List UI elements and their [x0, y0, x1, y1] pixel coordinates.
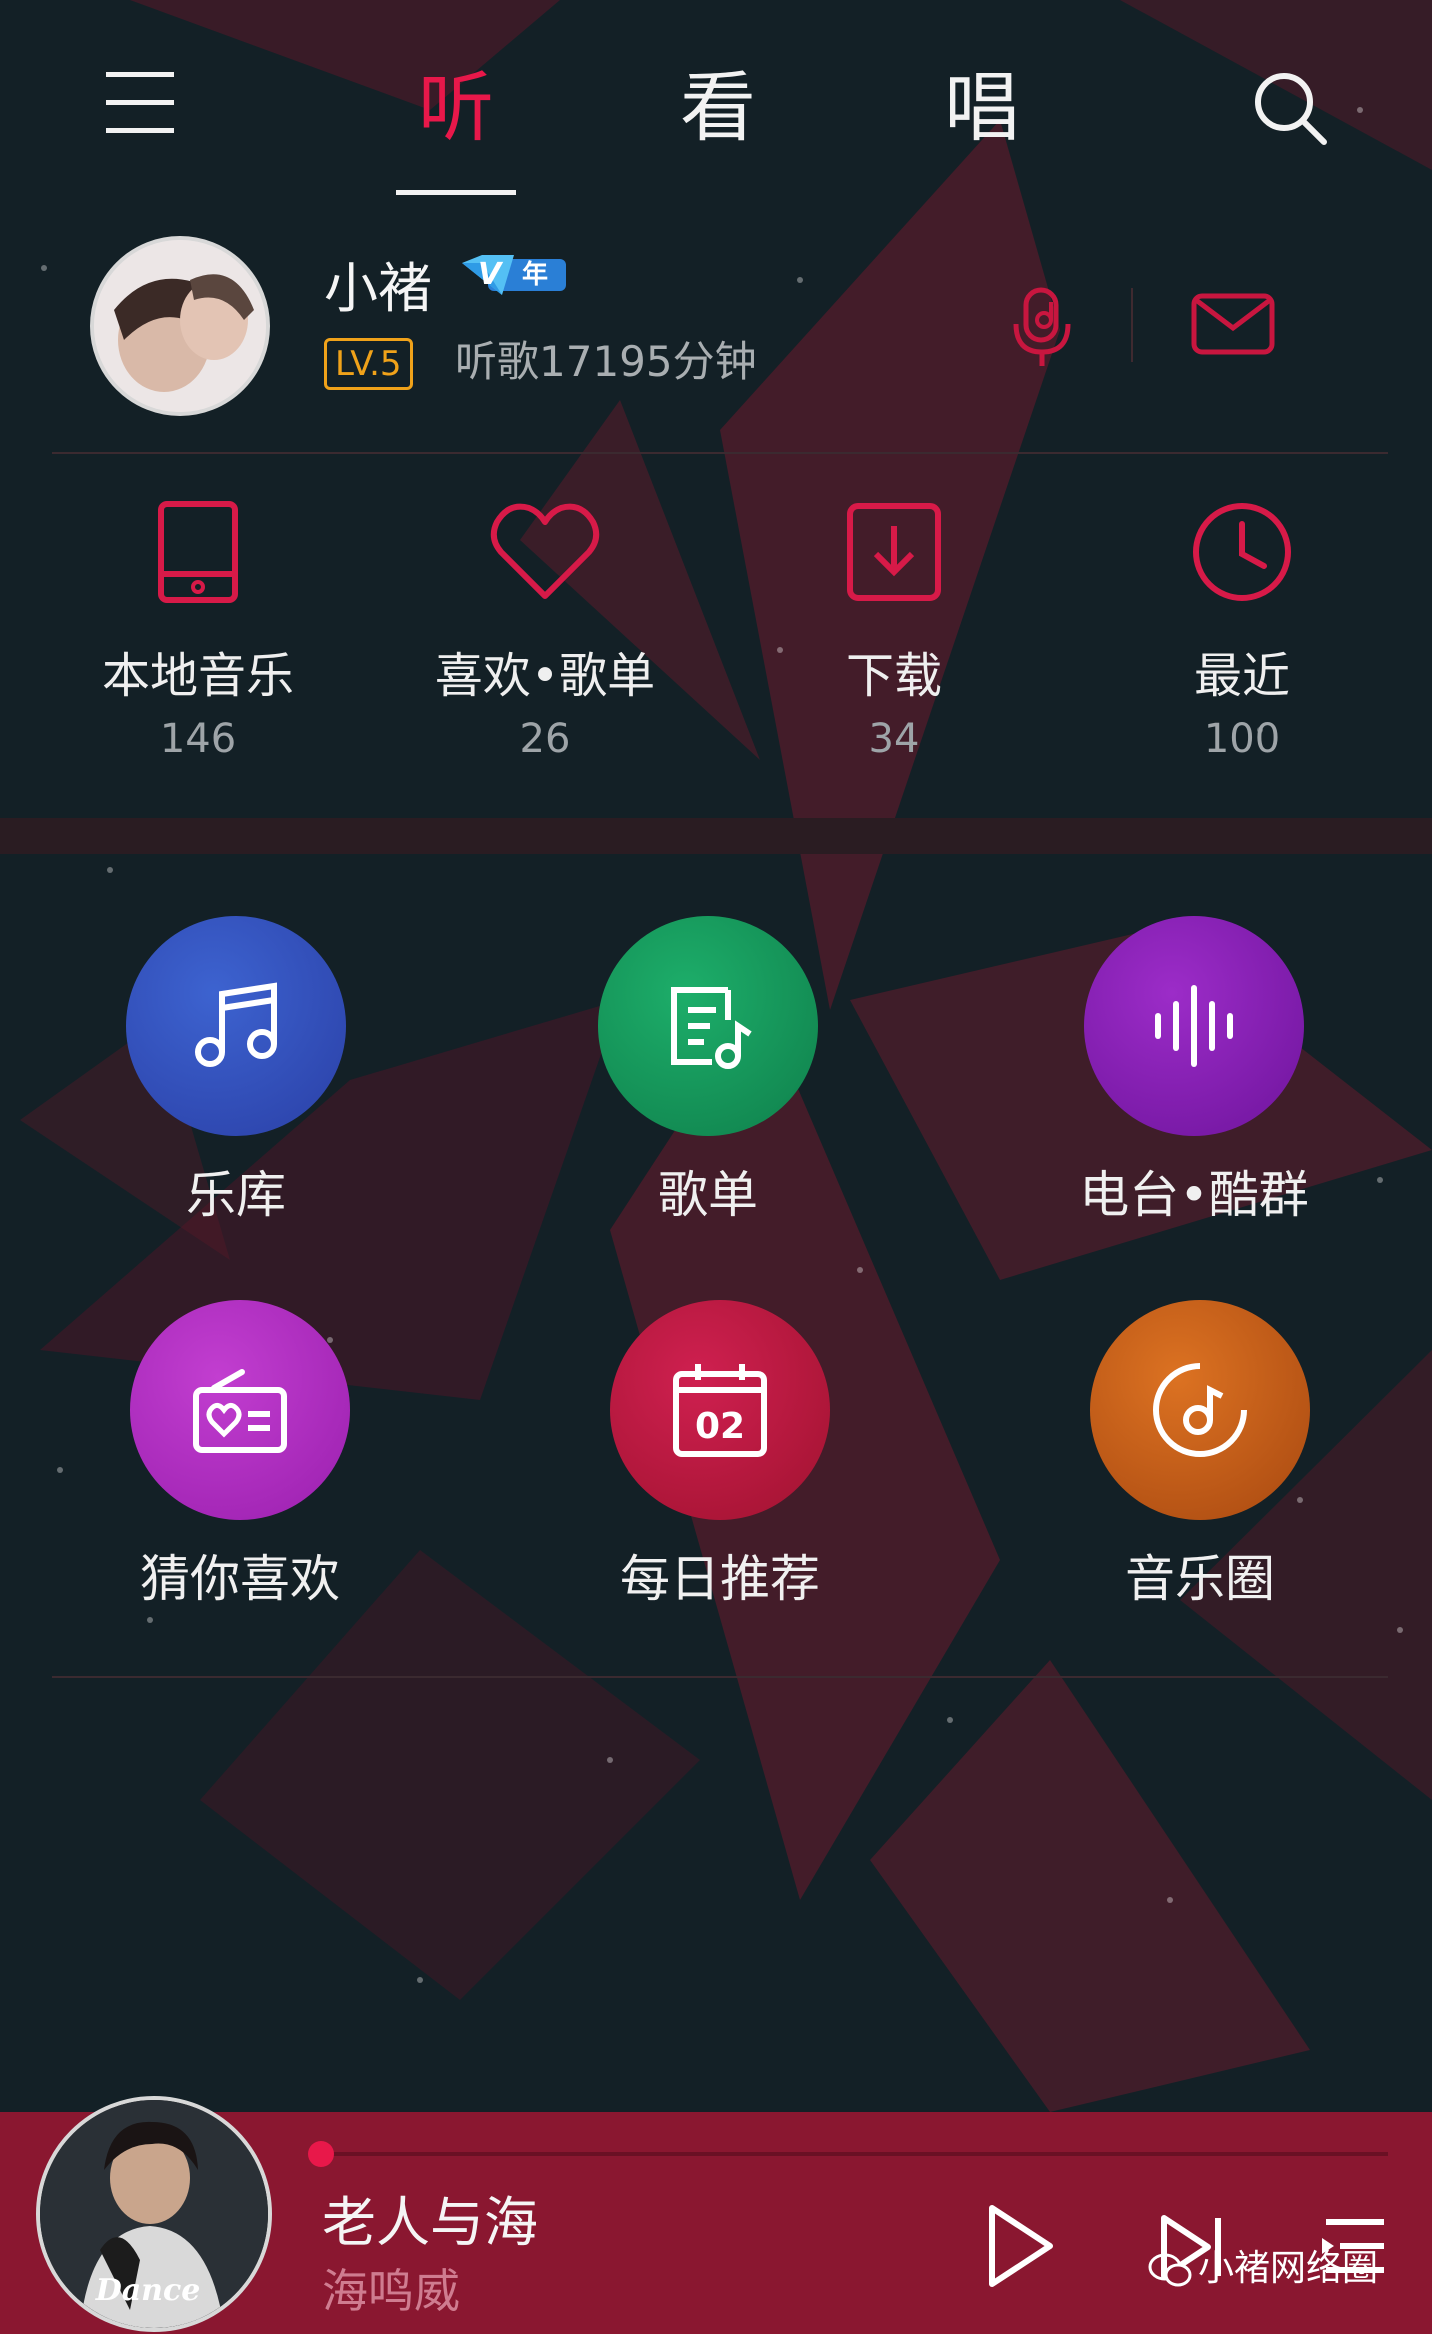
album-cover[interactable]: Dance — [36, 2096, 272, 2332]
grid-item-label: 音乐圈 — [1125, 1550, 1275, 1608]
quick-entry-count: 26 — [519, 716, 571, 762]
grid-item-label: 每日推荐 — [620, 1550, 820, 1608]
watermark-text: 小褚网络圈 — [1198, 2248, 1379, 2289]
grid-item-label: 歌单 — [658, 1166, 758, 1224]
grid-item-label: 电台•酷群 — [1079, 1166, 1309, 1224]
sound-wave-icon — [1155, 985, 1233, 1067]
listen-time: 听歌17195分钟 — [455, 337, 757, 386]
vip-badge-year: 年 — [522, 260, 549, 290]
grid-item-circle — [1084, 916, 1304, 1136]
calendar-day: 02 — [695, 1406, 745, 1447]
download-icon — [847, 503, 941, 601]
wechat-icon — [1148, 2252, 1192, 2288]
action-separator — [1131, 288, 1133, 362]
avatar-image — [94, 240, 266, 412]
quick-entry-download[interactable]: 下载 34 — [764, 500, 1024, 764]
quick-entry-count: 34 — [868, 716, 920, 762]
avatar[interactable] — [90, 236, 270, 416]
level-badge: LV.5 — [324, 338, 413, 390]
grid-item-playlist[interactable]: 歌单 — [528, 916, 888, 1226]
vip-badge[interactable]: V 年 — [458, 253, 568, 297]
tab-watch[interactable]: 看 — [648, 58, 788, 158]
grid-item-guess-you-like[interactable]: 猜你喜欢 — [60, 1300, 420, 1610]
quick-entry-label: 最近 — [1193, 648, 1290, 704]
vip-badge-v: V — [478, 257, 502, 292]
heart-icon — [490, 503, 600, 599]
album-art: Dance — [40, 2100, 268, 2328]
clock-icon — [1193, 503, 1291, 601]
phone-icon — [158, 501, 238, 603]
playlist-icon — [671, 987, 752, 1069]
voice-recognition-button[interactable] — [1010, 286, 1074, 370]
hamburger-menu-icon — [106, 72, 174, 133]
section-band — [0, 818, 1432, 854]
grid-item-music-circle[interactable]: 音乐圈 — [1020, 1300, 1380, 1610]
profile-divider — [52, 452, 1388, 454]
quick-entry-favorites[interactable]: 喜欢•歌单 26 — [415, 500, 675, 764]
search-button[interactable] — [1250, 68, 1330, 148]
calendar-icon: 02 — [673, 1364, 767, 1457]
mail-button[interactable] — [1190, 292, 1276, 356]
song-title: 老人与海 — [322, 2191, 538, 2254]
tab-sing[interactable]: 唱 — [912, 58, 1052, 158]
progress-handle[interactable] — [308, 2141, 334, 2167]
watermark: 小褚网络圈 — [1148, 2244, 1378, 2294]
search-icon — [1255, 73, 1327, 145]
grid-divider — [52, 1676, 1388, 1678]
grid-item-label: 猜你喜欢 — [140, 1550, 340, 1608]
quick-entry-label: 喜欢•歌单 — [434, 648, 656, 704]
voice-recognition-icon — [1013, 287, 1071, 366]
radio-heart-icon — [193, 1369, 287, 1453]
quick-entry-count: 146 — [159, 716, 237, 762]
username[interactable]: 小褚 — [324, 244, 432, 323]
quick-entry-recent[interactable]: 最近 100 — [1112, 500, 1372, 764]
music-note-icon — [195, 982, 277, 1067]
grid-item-circle — [126, 916, 346, 1136]
quick-entry-count: 100 — [1203, 716, 1281, 762]
grid-item-radio[interactable]: 电台•酷群 — [1014, 916, 1374, 1226]
grid-item-circle — [1090, 1300, 1310, 1520]
tab-listen[interactable]: 听 — [386, 58, 526, 158]
mail-icon — [1191, 293, 1275, 355]
play-button[interactable] — [986, 2204, 1056, 2288]
grid-item-circle: 02 — [610, 1300, 830, 1520]
svg-text:Dance: Dance — [95, 2273, 201, 2308]
grid-item-label: 乐库 — [186, 1166, 286, 1224]
artist-name: 海鸣威 — [322, 2264, 460, 2318]
play-icon — [989, 2205, 1053, 2287]
quick-entry-label: 下载 — [845, 648, 942, 704]
music-disc-icon — [1153, 1363, 1247, 1457]
grid-item-music-library[interactable]: 乐库 — [56, 916, 416, 1226]
grid-item-circle — [598, 916, 818, 1136]
quick-entry-label: 本地音乐 — [101, 648, 294, 704]
active-tab-indicator — [396, 190, 516, 195]
progress-track[interactable] — [322, 2152, 1388, 2156]
quick-entry-local-music[interactable]: 本地音乐 146 — [68, 500, 328, 764]
grid-item-daily-recommend[interactable]: 02 每日推荐 — [540, 1300, 900, 1610]
menu-button[interactable] — [100, 66, 180, 140]
grid-item-circle — [130, 1300, 350, 1520]
